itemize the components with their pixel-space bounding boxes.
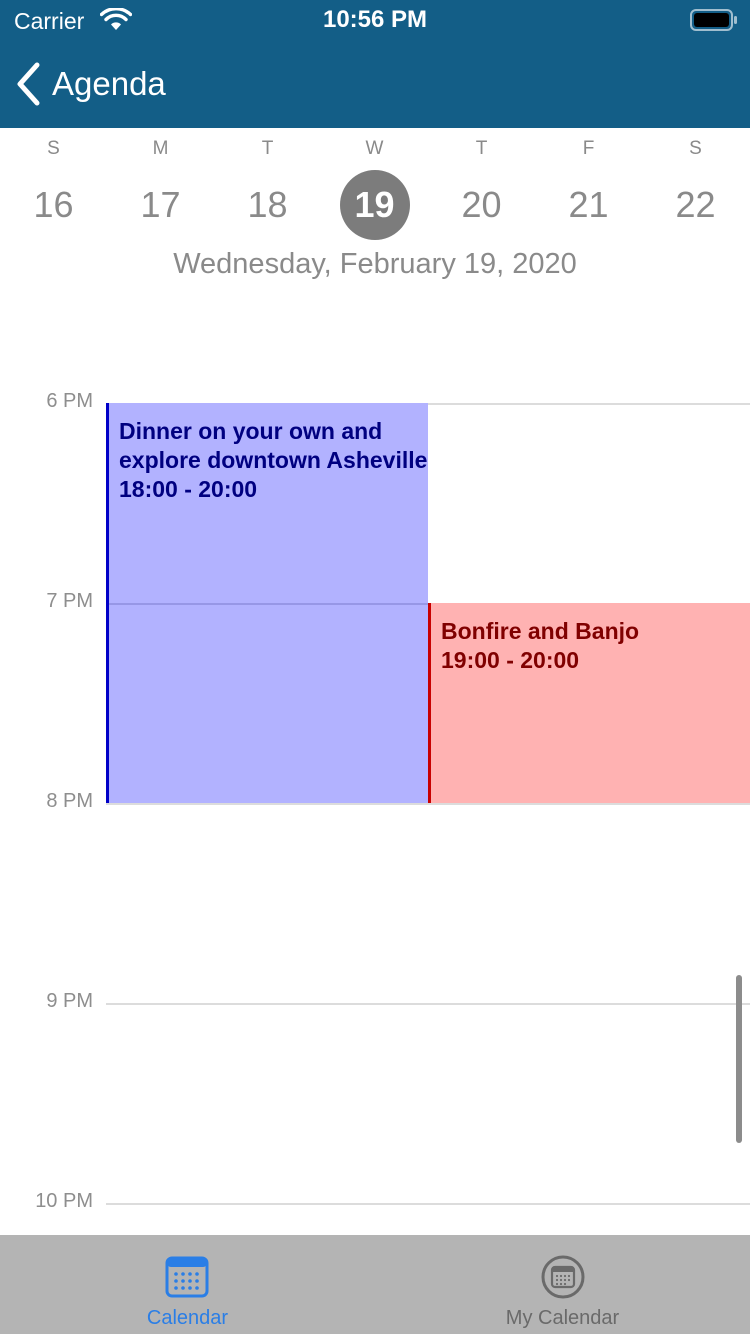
day-letter: T <box>261 138 274 159</box>
event-bonfire-banjo[interactable]: Bonfire and Banjo 19:00 - 20:00 <box>428 603 750 803</box>
day-letter: S <box>689 138 702 159</box>
day-number: 20 <box>461 184 502 225</box>
my-calendar-icon <box>541 1255 585 1299</box>
day-timeline[interactable]: 6 PM 7 PM 8 PM 9 PM 10 PM Dinner on your… <box>0 300 750 1235</box>
back-button[interactable]: Agenda <box>14 58 166 110</box>
event-hour-divider <box>109 603 428 605</box>
day-friday-21[interactable]: F 21 <box>535 128 642 248</box>
event-time: 19:00 - 20:00 <box>441 647 580 673</box>
hour-line <box>106 1003 750 1005</box>
day-thursday-20[interactable]: T 20 <box>428 128 535 248</box>
day-number: 19 <box>339 170 410 240</box>
hour-line <box>106 1203 750 1205</box>
day-letter: T <box>475 138 488 159</box>
week-strip: S 16 M 17 T 18 W 19 T 20 F 21 S 22 Wedne… <box>0 128 750 300</box>
day-number: 21 <box>568 184 609 225</box>
hour-label: 6 PM <box>46 390 93 412</box>
day-wednesday-19-selected[interactable]: W 19 <box>321 128 428 248</box>
hour-label: 9 PM <box>46 990 93 1012</box>
event-title: Bonfire and Banjo <box>441 618 640 644</box>
day-number: 22 <box>675 184 716 225</box>
chevron-left-icon <box>17 62 40 106</box>
day-sunday-16[interactable]: S 16 <box>0 128 107 248</box>
status-time: 10:56 PM <box>322 6 428 33</box>
hour-line <box>106 803 750 805</box>
day-saturday-22[interactable]: S 22 <box>642 128 749 248</box>
day-letter: W <box>365 138 384 159</box>
day-tuesday-18[interactable]: T 18 <box>214 128 321 248</box>
hour-label: 8 PM <box>46 790 93 812</box>
day-number: 16 <box>33 184 74 225</box>
battery-icon <box>690 9 737 31</box>
tab-calendar[interactable]: Calendar <box>0 1235 375 1334</box>
tab-label: Calendar <box>146 1307 229 1329</box>
day-letter: S <box>47 138 60 159</box>
tab-label: My Calendar <box>505 1307 620 1329</box>
selected-date-title: Wednesday, February 19, 2020 <box>173 248 577 280</box>
day-number: 18 <box>247 184 288 225</box>
day-monday-17[interactable]: M 17 <box>107 128 214 248</box>
hour-label: 7 PM <box>46 590 93 612</box>
tab-bar: Calendar My Calendar <box>0 1235 750 1334</box>
event-title: Dinner on your own and explore downtown … <box>119 418 428 473</box>
day-letter: F <box>582 138 595 159</box>
hour-label: 10 PM <box>35 1190 93 1212</box>
day-letter: M <box>152 138 169 159</box>
tab-my-calendar[interactable]: My Calendar <box>375 1235 750 1334</box>
header-bar: Carrier 10:56 PM Agenda <box>0 0 750 128</box>
back-label: Agenda <box>52 65 166 102</box>
event-time: 18:00 - 20:00 <box>119 476 258 502</box>
vertical-scrollbar[interactable] <box>736 975 742 1143</box>
day-number: 17 <box>140 184 181 225</box>
calendar-icon <box>165 1256 209 1298</box>
